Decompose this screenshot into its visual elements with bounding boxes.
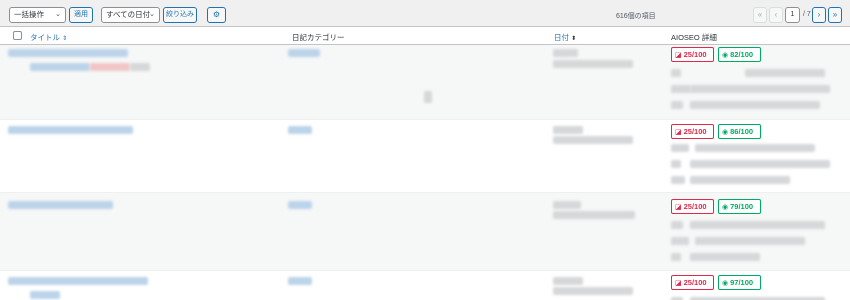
aioseo-detail-redacted bbox=[690, 101, 820, 109]
post-title-redacted bbox=[90, 63, 130, 71]
aioseo-detail-redacted bbox=[695, 144, 815, 152]
seo-score-icon: ◪ bbox=[675, 129, 682, 136]
chevron-down-icon: ⌄ bbox=[55, 11, 61, 18]
bulk-actions-select[interactable]: 一括操作 ⌄ bbox=[9, 7, 66, 23]
next-page-button[interactable]: › bbox=[812, 7, 826, 23]
seo-score-icon: ◪ bbox=[675, 280, 682, 287]
category-redacted[interactable] bbox=[288, 126, 312, 134]
category-redacted[interactable] bbox=[288, 277, 312, 285]
aioseo-detail-redacted bbox=[690, 221, 825, 229]
seo-score-icon: ◪ bbox=[675, 52, 682, 59]
date-filter-label: すべての日付 bbox=[106, 10, 151, 19]
aioseo-detail-redacted bbox=[671, 176, 685, 184]
sort-icon: ⇕ bbox=[62, 36, 68, 42]
sort-icon: ⬍ bbox=[571, 36, 577, 42]
date-redacted bbox=[553, 49, 578, 57]
post-title-redacted bbox=[30, 63, 90, 71]
readability-badge[interactable]: ◉ 79/100 bbox=[718, 199, 761, 214]
category-redacted[interactable] bbox=[288, 201, 312, 209]
table-header: タイトル ⇕ 日記カテゴリー 日付 ⬍ AIOSEO 詳細 bbox=[0, 27, 850, 45]
settings-button[interactable]: ⚙ bbox=[207, 7, 226, 23]
bulk-actions-label: 一括操作 bbox=[14, 10, 44, 19]
aioseo-detail-redacted bbox=[690, 253, 760, 261]
date-redacted bbox=[553, 287, 633, 295]
aioseo-detail-redacted bbox=[671, 253, 681, 261]
seo-score-badge[interactable]: ◪ 25/100 bbox=[671, 275, 714, 290]
date-redacted bbox=[553, 201, 581, 209]
aioseo-detail-redacted bbox=[671, 237, 689, 245]
table-row: ◪ 25/100 ◉ 86/100 bbox=[0, 120, 850, 193]
seo-score-icon: ◪ bbox=[675, 204, 682, 211]
date-redacted bbox=[553, 277, 583, 285]
items-count: 616個の項目 bbox=[616, 13, 656, 20]
readability-icon: ◉ bbox=[722, 280, 729, 287]
aioseo-detail-redacted bbox=[671, 85, 691, 93]
table-row: ◪ 25/100 ◉ 79/100 bbox=[0, 193, 850, 271]
post-title-redacted[interactable] bbox=[8, 277, 148, 285]
date-redacted bbox=[553, 126, 583, 134]
chevron-down-icon: ⌄ bbox=[149, 11, 155, 18]
aioseo-detail-redacted bbox=[671, 160, 681, 168]
first-page-button[interactable]: « bbox=[753, 7, 767, 23]
prev-page-button[interactable]: ‹ bbox=[769, 7, 783, 23]
total-pages: / 7 bbox=[803, 11, 811, 18]
misc-redacted bbox=[424, 91, 432, 103]
apply-button[interactable]: 適用 bbox=[69, 7, 93, 23]
column-aioseo-header: AIOSEO 詳細 bbox=[671, 33, 717, 42]
filter-button[interactable]: 絞り込み bbox=[163, 7, 197, 23]
table-row: ◪ 25/100 ◉ 97/100 bbox=[0, 271, 850, 300]
post-title-redacted bbox=[30, 291, 60, 299]
aioseo-detail-redacted bbox=[671, 69, 681, 77]
table-row: ◪ 25/100 ◉ 82/100 bbox=[0, 45, 850, 120]
aioseo-detail-redacted bbox=[690, 176, 790, 184]
readability-icon: ◉ bbox=[722, 52, 729, 59]
date-redacted bbox=[553, 136, 633, 144]
column-category-header: 日記カテゴリー bbox=[292, 33, 345, 42]
readability-badge[interactable]: ◉ 82/100 bbox=[718, 47, 761, 62]
post-title-redacted[interactable] bbox=[8, 49, 128, 57]
readability-icon: ◉ bbox=[722, 129, 729, 136]
seo-score-badge[interactable]: ◪ 25/100 bbox=[671, 124, 714, 139]
aioseo-detail-redacted bbox=[695, 237, 805, 245]
column-title-header[interactable]: タイトル ⇕ bbox=[30, 32, 67, 43]
current-page-input[interactable]: 1 bbox=[785, 7, 800, 23]
aioseo-detail-redacted bbox=[745, 69, 825, 77]
readability-badge[interactable]: ◉ 86/100 bbox=[718, 124, 761, 139]
column-date-header[interactable]: 日付 ⬍ bbox=[554, 32, 576, 43]
select-all-checkbox[interactable] bbox=[13, 31, 22, 40]
date-redacted bbox=[553, 60, 633, 68]
category-redacted[interactable] bbox=[288, 49, 320, 57]
post-title-redacted bbox=[130, 63, 150, 71]
readability-icon: ◉ bbox=[722, 204, 729, 211]
gear-icon: ⚙ bbox=[212, 10, 221, 19]
aioseo-detail-redacted bbox=[690, 85, 830, 93]
aioseo-detail-redacted bbox=[671, 101, 683, 109]
post-title-redacted[interactable] bbox=[8, 126, 133, 134]
last-page-button[interactable]: » bbox=[828, 7, 842, 23]
aioseo-detail-redacted bbox=[671, 144, 689, 152]
seo-score-badge[interactable]: ◪ 25/100 bbox=[671, 199, 714, 214]
readability-badge[interactable]: ◉ 97/100 bbox=[718, 275, 761, 290]
aioseo-detail-redacted bbox=[671, 221, 683, 229]
date-redacted bbox=[553, 211, 635, 219]
date-filter-select[interactable]: すべての日付 ⌄ bbox=[101, 7, 160, 23]
posts-table: タイトル ⇕ 日記カテゴリー 日付 ⬍ AIOSEO 詳細 ◪ 25/100 ◉ 8… bbox=[0, 26, 850, 300]
aioseo-detail-redacted bbox=[690, 160, 830, 168]
post-title-redacted[interactable] bbox=[8, 201, 113, 209]
seo-score-badge[interactable]: ◪ 25/100 bbox=[671, 47, 714, 62]
